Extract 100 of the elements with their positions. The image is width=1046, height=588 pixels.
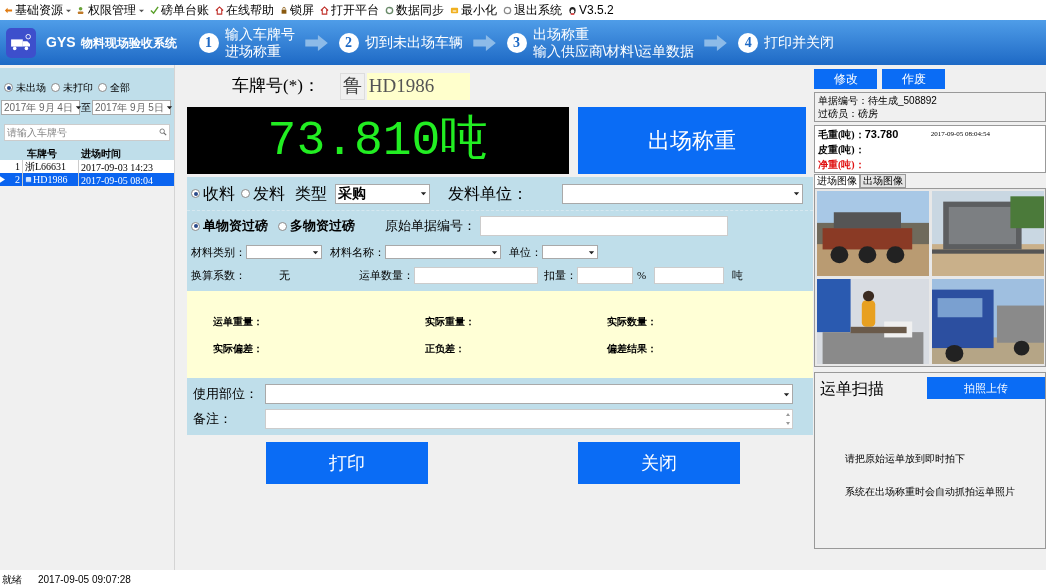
summary-label: 实际重量：: [425, 314, 476, 329]
menu-item[interactable]: 数据同步: [385, 1, 444, 19]
type-dropdown[interactable]: 采购: [335, 183, 430, 204]
caret-icon: [66, 7, 71, 13]
image-tab[interactable]: 进场图像: [814, 174, 860, 188]
deduction-field[interactable]: [577, 266, 633, 284]
column-header: 进场时间: [80, 147, 121, 161]
home-icon: [320, 5, 329, 15]
radio-button[interactable]: [191, 189, 200, 198]
radio-button[interactable]: [191, 221, 200, 231]
step-label: 切到未出场车辆: [364, 34, 463, 51]
field-label: 备注：: [193, 410, 233, 429]
upload-photo-button[interactable]: 拍照上传: [927, 377, 1045, 399]
logo-icon: [6, 27, 36, 58]
menu-item[interactable]: 权限管理: [77, 1, 144, 19]
image-tab[interactable]: 出场图像: [860, 174, 906, 188]
row-number: 1: [15, 160, 20, 174]
unit-dropdown[interactable]: [542, 245, 598, 259]
hint-text: 请把原始运单放到即时拍下: [845, 452, 966, 466]
plate-number-field[interactable]: HD1986: [366, 72, 470, 100]
field-label: 扣量：: [544, 267, 577, 283]
radio-button[interactable]: [241, 189, 250, 198]
radio-label: 全部: [110, 81, 130, 95]
caret-icon: [783, 390, 790, 398]
usage-dropdown[interactable]: [265, 384, 793, 404]
document-number-field[interactable]: [480, 216, 728, 236]
row-number: 2: [15, 173, 20, 187]
field-label: 运单数量：: [359, 267, 414, 283]
summary-label: 运单重量：: [213, 314, 264, 329]
radio-button[interactable]: [4, 83, 13, 92]
supplier-dropdown[interactable]: [562, 183, 803, 204]
app-code: GYS: [46, 33, 76, 52]
caret-icon: [139, 7, 144, 13]
summary-label: 实际偏差：: [213, 341, 264, 356]
step-number: 2: [338, 32, 359, 53]
caret-icon: [588, 248, 595, 256]
date-separator: 至: [81, 101, 91, 115]
weight-display: 73.810吨: [187, 107, 569, 174]
arrows-icon: [4, 5, 13, 15]
menu-item[interactable]: 磅单台账: [150, 1, 209, 19]
info-text: 过磅员：磅房: [818, 107, 879, 120]
province-dropdown[interactable]: 鲁: [339, 72, 365, 100]
weight-value: 73.780: [864, 126, 900, 142]
menu-item[interactable]: 锁屏: [280, 1, 314, 19]
radio-label: 发料: [253, 183, 285, 204]
date-picker[interactable]: 2017年 9月 5日: [92, 100, 171, 115]
material-dropdown[interactable]: [385, 245, 501, 259]
check-icon: [150, 5, 159, 15]
field-label: 材料类别：: [191, 244, 246, 260]
summary-label: 偏差结果：: [607, 341, 657, 356]
arrow-icon: [704, 33, 729, 52]
info-text: 单据编号：待生成_508892: [818, 94, 938, 107]
vehicle-icon: [25, 176, 32, 183]
table-cell-text: 浙L66631: [25, 160, 67, 174]
menu-item[interactable]: 在线帮助: [215, 1, 274, 19]
caret-icon: [793, 190, 800, 197]
caret-icon: [420, 190, 427, 197]
note-field[interactable]: [265, 409, 793, 429]
weight-label: 皮重(吨)：: [818, 142, 866, 157]
home-icon: [215, 5, 224, 15]
menu-item[interactable]: 基础资源: [4, 1, 71, 19]
summary-label: 实际数量：: [607, 314, 657, 329]
action-button[interactable]: 作废: [882, 69, 945, 89]
action-button[interactable]: 打印: [266, 442, 428, 484]
unit-label: 吨: [732, 267, 744, 283]
radio-button[interactable]: [51, 83, 60, 92]
caret-icon: [312, 248, 319, 256]
table-row[interactable]: 2 HD1986 2017-09-05 08:04: [0, 173, 174, 186]
radio-label: 多物资过磅: [290, 217, 355, 236]
search-field[interactable]: 请输入车牌号: [4, 124, 170, 141]
radio-label: 未打印: [63, 81, 93, 95]
deduction-tons-field[interactable]: [654, 266, 725, 284]
date-picker[interactable]: 2017年 9月 4日: [1, 100, 80, 115]
weight-label: 净重(吨)：: [818, 157, 866, 172]
radio-label: 单物资过磅: [203, 217, 268, 236]
field-label: 发料单位：: [448, 183, 528, 204]
category-dropdown[interactable]: [246, 245, 322, 259]
field-label: 单位：: [509, 244, 542, 260]
radio-button[interactable]: [98, 83, 107, 92]
status-time: 2017-09-05 09:07:28: [38, 572, 131, 587]
action-button[interactable]: 修改: [814, 69, 877, 89]
weigh-out-button[interactable]: 出场称重: [578, 107, 806, 174]
menu-item[interactable]: V3.5.2: [568, 1, 614, 19]
waybill-quantity-field[interactable]: [414, 266, 538, 284]
menu-item[interactable]: 打开平台: [320, 1, 379, 19]
field-label: 换算系数：: [191, 267, 247, 283]
row-pointer-icon: [0, 176, 5, 183]
step-number: 1: [198, 32, 219, 53]
table-cell-text: HD1986: [33, 173, 68, 187]
action-button[interactable]: 关闭: [578, 442, 740, 484]
menu-item[interactable]: 退出系统: [503, 1, 562, 19]
table-row[interactable]: 1 浙L66631 2017-09-03 14:23: [0, 160, 174, 173]
minimize-icon: [450, 5, 459, 15]
menu-item[interactable]: 最小化: [450, 1, 497, 19]
step-number: 4: [738, 32, 759, 53]
lock-icon: [280, 5, 288, 15]
radio-label: 未出场: [16, 81, 46, 95]
radio-label: 收料: [203, 183, 235, 204]
panel-title: 运单扫描: [820, 379, 884, 399]
radio-button[interactable]: [278, 221, 287, 231]
